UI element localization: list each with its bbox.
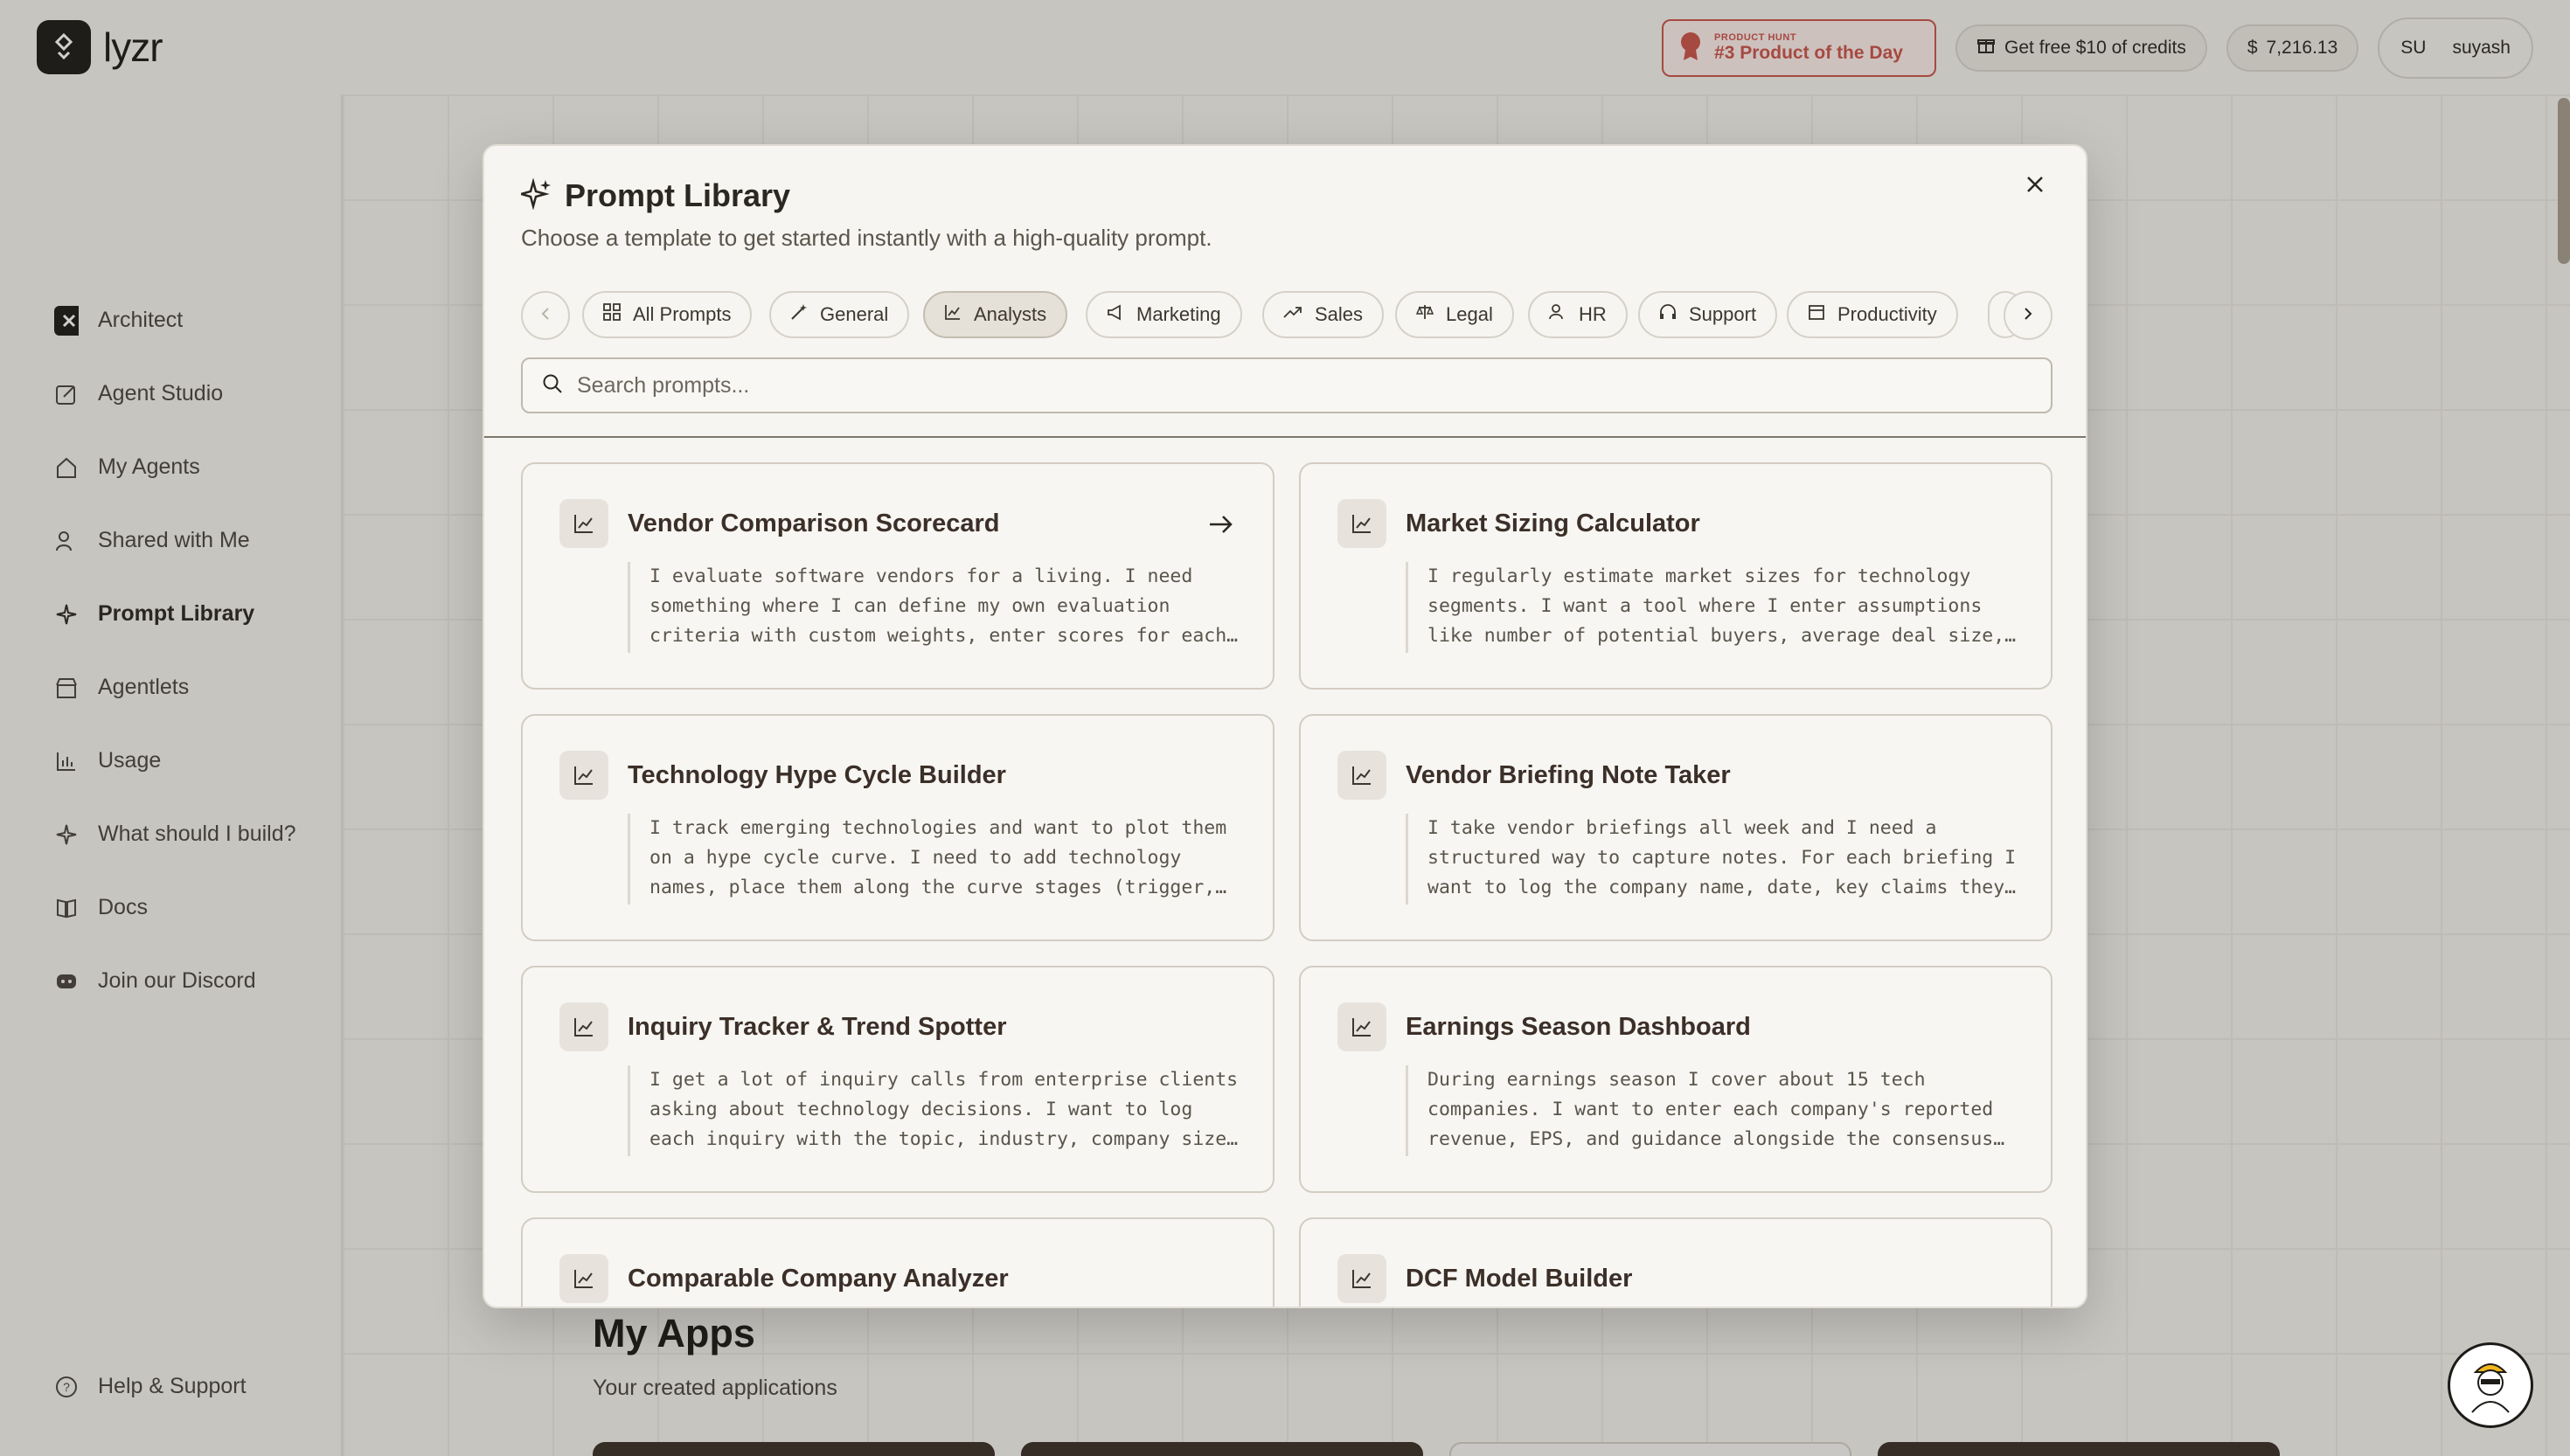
tab-label: HR	[1579, 303, 1607, 325]
tabs-scroll-right-button[interactable]	[2004, 291, 2053, 340]
tab-label: Analysts	[974, 303, 1047, 325]
prompt-card-technology-hype-cycle-builder[interactable]: Technology Hype Cycle Builder I track em…	[521, 714, 1275, 941]
prompt-library-modal: Prompt Library Choose a template to get …	[483, 144, 2087, 1308]
tab-analysts[interactable]: Analysts	[923, 291, 1068, 338]
tab-general[interactable]: General	[769, 291, 910, 338]
line-chart-icon	[944, 303, 962, 326]
prompt-card-vendor-briefing-note-taker[interactable]: Vendor Briefing Note Taker I take vendor…	[1299, 714, 2053, 941]
tab-hr[interactable]: HR	[1528, 291, 1628, 338]
line-chart-icon	[559, 1002, 608, 1051]
prompt-card-title: Technology Hype Cycle Builder	[628, 761, 1006, 789]
header-divider	[484, 436, 2086, 438]
line-chart-icon	[1337, 751, 1386, 800]
bot-avatar-icon	[2460, 1353, 2521, 1418]
tab-all-prompts[interactable]: All Prompts	[582, 291, 753, 338]
prompt-card-title: Comparable Company Analyzer	[628, 1265, 1009, 1293]
search-input[interactable]	[577, 372, 1976, 399]
chevron-right-icon	[2021, 307, 2035, 325]
line-chart-icon	[559, 499, 608, 548]
trending-up-icon	[1283, 303, 1302, 326]
prompt-card-title: Inquiry Tracker & Trend Spotter	[628, 1013, 1007, 1041]
prompt-card-title: Vendor Briefing Note Taker	[1406, 761, 1731, 789]
prompt-card-description: I evaluate software vendors for a living…	[628, 562, 1240, 653]
search-icon	[542, 373, 563, 399]
close-button[interactable]	[2018, 169, 2053, 204]
prompt-card-description: I take vendor briefings all week and I n…	[1406, 814, 2018, 905]
assistant-bot-button[interactable]	[2448, 1342, 2533, 1428]
prompt-card-vendor-comparison-scorecard[interactable]: Vendor Comparison Scorecard I evaluate s…	[521, 462, 1275, 690]
sparkle-icon	[517, 177, 552, 214]
tab-label: Productivity	[1837, 303, 1937, 325]
line-chart-icon	[1337, 499, 1386, 548]
tab-sales[interactable]: Sales	[1262, 291, 1385, 338]
tab-label: Legal	[1446, 303, 1493, 325]
tab-support[interactable]: Support	[1638, 291, 1778, 338]
modal-title: Prompt Library	[565, 177, 791, 213]
modal-subtitle: Choose a template to get started instant…	[521, 225, 1212, 251]
tab-label: Support	[1689, 303, 1757, 325]
arrow-right-icon[interactable]	[1206, 510, 1236, 539]
line-chart-icon	[1337, 1002, 1386, 1051]
prompt-card-market-sizing-calculator[interactable]: Market Sizing Calculator I regularly est…	[1299, 462, 2053, 690]
prompt-card-title: Market Sizing Calculator	[1406, 510, 1700, 537]
tab-label: Sales	[1315, 303, 1364, 325]
calendar-icon	[1808, 303, 1825, 326]
prompt-card-inquiry-tracker-trend-spotter[interactable]: Inquiry Tracker & Trend Spotter I get a …	[521, 966, 1275, 1193]
prompt-card-title: Earnings Season Dashboard	[1406, 1013, 1751, 1041]
chevron-left-icon	[538, 307, 552, 325]
close-icon	[2025, 175, 2045, 198]
line-chart-icon	[559, 1254, 608, 1303]
prompt-card-description: I track emerging technologies and want t…	[628, 814, 1240, 905]
category-tabs: All Prompts General Analysts Marketing S…	[521, 291, 2053, 340]
search-prompts-field[interactable]	[521, 357, 2053, 413]
prompt-card-title: DCF Model Builder	[1406, 1265, 1633, 1293]
tab-label: All Prompts	[633, 303, 732, 325]
line-chart-icon	[559, 751, 608, 800]
line-chart-icon	[1337, 1254, 1386, 1303]
grid-icon	[603, 303, 621, 326]
tabs-scroll-left-button[interactable]	[521, 291, 570, 340]
prompt-card-description: I get a lot of inquiry calls from enterp…	[628, 1065, 1240, 1156]
tab-productivity[interactable]: Productivity	[1787, 291, 1958, 338]
prompt-card-description: During earnings season I cover about 15 …	[1406, 1065, 2018, 1156]
tab-label: Marketing	[1136, 303, 1221, 325]
prompt-card-earnings-season-dashboard[interactable]: Earnings Season Dashboard During earning…	[1299, 966, 2053, 1193]
prompt-card-comparable-company-analyzer[interactable]: Comparable Company Analyzer	[521, 1217, 1275, 1307]
wand-icon	[790, 303, 808, 326]
prompt-card-title: Vendor Comparison Scorecard	[628, 510, 1000, 537]
scale-icon	[1415, 303, 1434, 326]
users-icon	[1549, 303, 1566, 326]
tab-label: General	[820, 303, 889, 325]
megaphone-icon	[1107, 303, 1124, 326]
prompt-card-description: I regularly estimate market sizes for te…	[1406, 562, 2018, 653]
headphones-icon	[1659, 303, 1677, 326]
prompt-card-dcf-model-builder[interactable]: DCF Model Builder	[1299, 1217, 2053, 1307]
tab-legal[interactable]: Legal	[1395, 291, 1514, 338]
page-scrollbar[interactable]	[2558, 98, 2570, 264]
tab-marketing[interactable]: Marketing	[1086, 291, 1242, 338]
